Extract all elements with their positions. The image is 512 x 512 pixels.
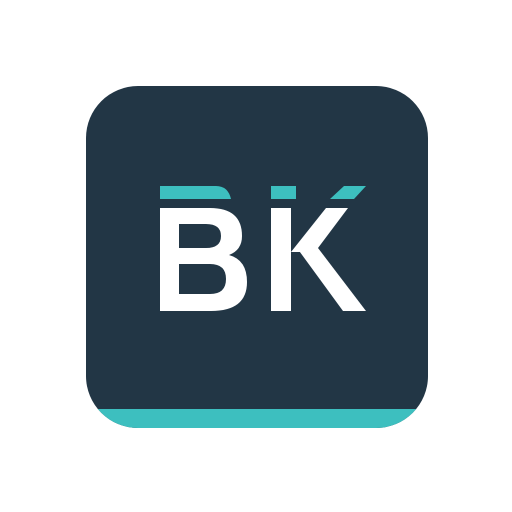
app-icon[interactable]: [86, 86, 428, 428]
icon-canvas: [0, 0, 512, 512]
bottom-accent-stripe: [86, 409, 428, 428]
bk-logo: [86, 86, 428, 428]
icon-background: [86, 86, 428, 428]
